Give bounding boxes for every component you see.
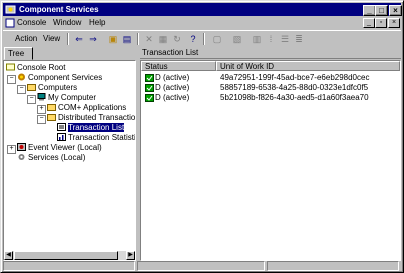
help-icon[interactable]: ?	[187, 33, 199, 45]
folder-icon	[47, 114, 56, 121]
uow-cell: 49a72951-199f-45ad-bce7-e6eb298d0cec	[220, 73, 370, 82]
title-bar[interactable]: Component Services _ □ ×	[3, 3, 402, 16]
forward-arrow-icon[interactable]: ⇒	[87, 33, 99, 45]
tree-node-event-viewer[interactable]: Event Viewer (Local)	[17, 143, 102, 153]
table-row[interactable]: D (active) 49a72951-199f-45ad-bce7-e6eb2…	[141, 73, 400, 83]
active-transaction-icon	[145, 74, 154, 82]
tree-node-my-computer[interactable]: My Computer	[37, 93, 96, 103]
mdi-minimize-button[interactable]: _	[363, 18, 375, 28]
computer-icon	[37, 93, 46, 101]
window-title: Component Services	[19, 5, 99, 14]
tree-node-distributed-transaction[interactable]: Distributed Transaction I	[47, 113, 135, 123]
folder-icon	[47, 104, 56, 111]
tree-tab-row: Tree	[3, 47, 137, 60]
menu-window[interactable]: Window	[53, 17, 81, 29]
column-header-unit-of-work[interactable]: Unit of Work ID	[216, 61, 400, 71]
tree-node-transaction-list[interactable]: Transaction List	[57, 123, 125, 133]
status-cell: D (active)	[155, 83, 190, 92]
toolbar: Action View ⇐ ⇒ ▣ ▤ ✕ ▦ ↻ ? ▢ ▧ ▥ ⁞ ☰ ≣	[3, 30, 401, 47]
statistics-icon	[57, 133, 66, 141]
tree-node-transaction-statistics[interactable]: Transaction Statistic	[57, 133, 135, 143]
collapse-icon[interactable]: −	[37, 115, 46, 124]
detail-view-icon[interactable]: ≣	[293, 33, 305, 45]
large-icons-icon[interactable]: ▥	[251, 33, 263, 45]
panes: Tree Console Root − Component Services −…	[3, 47, 401, 261]
uow-cell: 58857189-6538-4a25-88d0-0323e1dfc0f5	[220, 83, 369, 92]
up-folder-icon[interactable]: ▣	[107, 33, 119, 45]
tree-pane[interactable]: Console Root − Component Services − Comp…	[3, 60, 136, 261]
tab-tree[interactable]: Tree	[4, 47, 33, 60]
component-services-icon	[18, 73, 25, 81]
main-window: Component Services _ □ × Console Window …	[0, 0, 404, 273]
tree-node-services[interactable]: Services (Local)	[17, 153, 85, 163]
show-tree-icon[interactable]: ▤	[121, 33, 133, 45]
active-transaction-icon	[145, 94, 154, 102]
export-list-icon[interactable]: ▧	[231, 33, 243, 45]
services-icon	[18, 154, 25, 160]
status-cell: D (active)	[155, 73, 190, 82]
event-viewer-icon	[17, 143, 26, 151]
new-window-icon[interactable]: ▢	[211, 33, 223, 45]
uow-cell: 5b21098b-f826-4a30-aed5-d1a60f3aea70	[220, 93, 369, 102]
refresh-icon[interactable]: ↻	[171, 33, 183, 45]
properties-icon[interactable]: ▦	[157, 33, 169, 45]
list-view-icon[interactable]: ☰	[279, 33, 291, 45]
tree-node-com-applications[interactable]: COM+ Applications	[47, 103, 126, 113]
status-bar	[3, 260, 401, 271]
right-pane-title: Transaction List	[140, 47, 401, 59]
transaction-list-view[interactable]: Status Unit of Work ID D (active) 49a729…	[140, 60, 401, 261]
close-button[interactable]: ×	[389, 5, 402, 16]
status-cell: D (active)	[155, 93, 190, 102]
mdi-close-button[interactable]: ×	[388, 18, 400, 28]
tree-node-component-services[interactable]: Component Services	[17, 73, 102, 83]
tree-node-console-root[interactable]: Console Root	[6, 63, 65, 73]
status-panel	[137, 261, 265, 271]
delete-icon[interactable]: ✕	[143, 33, 155, 45]
mdi-restore-button[interactable]: ▫	[375, 18, 387, 28]
tree-horizontal-scrollbar[interactable]: ◀ ▶	[4, 251, 135, 260]
collapse-icon[interactable]: −	[27, 95, 36, 104]
status-panel	[267, 261, 399, 271]
console-root-icon	[6, 63, 15, 71]
transaction-list-icon	[57, 123, 66, 131]
table-row[interactable]: D (active) 5b21098b-f826-4a30-aed5-d1a60…	[141, 93, 400, 103]
menu-console[interactable]: Console	[17, 17, 46, 29]
menu-help[interactable]: Help	[89, 17, 105, 29]
scroll-thumb[interactable]	[14, 251, 118, 260]
collapse-icon[interactable]: −	[17, 85, 26, 94]
scroll-left-icon[interactable]: ◀	[4, 251, 13, 260]
maximize-button[interactable]: □	[375, 5, 388, 16]
table-row[interactable]: D (active) 58857189-6538-4a25-88d0-0323e…	[141, 83, 400, 93]
status-panel	[3, 261, 135, 271]
tree-node-computers[interactable]: Computers	[27, 83, 77, 93]
component-services-icon	[5, 5, 16, 14]
expand-icon[interactable]: +	[7, 145, 16, 154]
action-menu[interactable]: Action	[15, 33, 37, 45]
system-menu-icon[interactable]	[5, 18, 15, 28]
active-transaction-icon	[145, 84, 154, 92]
expand-icon[interactable]: +	[37, 105, 46, 114]
view-menu[interactable]: View	[43, 33, 60, 45]
scroll-right-icon[interactable]: ▶	[126, 251, 135, 260]
menu-bar: Console Window Help _ ▫ ×	[3, 17, 401, 29]
back-arrow-icon[interactable]: ⇐	[73, 33, 85, 45]
small-icons-icon[interactable]: ⁞	[265, 33, 277, 45]
collapse-icon[interactable]: −	[7, 75, 16, 84]
column-header-status[interactable]: Status	[141, 61, 216, 71]
folder-icon	[27, 84, 36, 91]
